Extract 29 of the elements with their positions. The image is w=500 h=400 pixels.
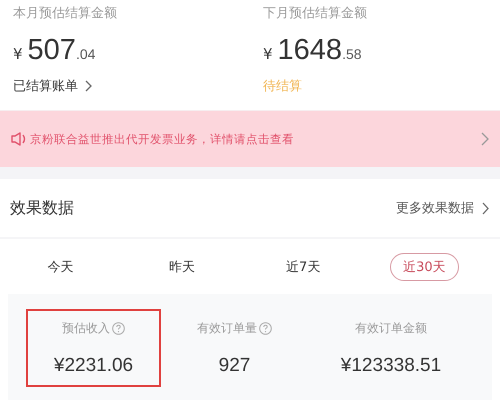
period-tab[interactable]: 今天 [34, 252, 87, 280]
amount-decimal: .04 [76, 46, 96, 62]
amount-label: 下月预估结算金额 [263, 5, 367, 22]
amount-decimal: .58 [342, 46, 362, 62]
metric-value: ¥2231.06 [54, 354, 134, 376]
speaker-icon [10, 131, 28, 147]
chevron-right-icon [85, 80, 93, 92]
metric-label: 预估收入 [62, 320, 110, 336]
amount-value: 1648 [278, 34, 342, 67]
metric-value: 927 [218, 354, 250, 376]
pending-status: 待结算 [263, 78, 302, 95]
currency-symbol: ¥ [263, 45, 273, 63]
metric-value: ¥123338.51 [340, 354, 442, 376]
period-tab[interactable]: 近30天 [390, 252, 459, 280]
help-icon[interactable] [112, 322, 125, 334]
amount-value: 507 [28, 34, 76, 67]
help-icon[interactable] [259, 322, 272, 334]
chevron-right-icon [482, 202, 490, 214]
period-tab[interactable]: 近7天 [272, 252, 334, 280]
amount-label: 本月预估结算金额 [13, 5, 117, 22]
section-title: 效果数据 [10, 198, 75, 218]
metric-label: 有效订单量 [197, 320, 257, 336]
period-tab[interactable]: 昨天 [156, 252, 208, 280]
more-data-link[interactable]: 更多效果数据 [396, 199, 474, 217]
metric-label: 有效订单金额 [355, 320, 427, 336]
bills-link[interactable]: 已结算账单 [13, 77, 78, 95]
currency-symbol: ¥ [13, 45, 23, 63]
notice-text: 京粉联合益世推出代开发票业务，详情请点击查看 [30, 132, 295, 146]
chevron-right-icon [481, 132, 490, 146]
